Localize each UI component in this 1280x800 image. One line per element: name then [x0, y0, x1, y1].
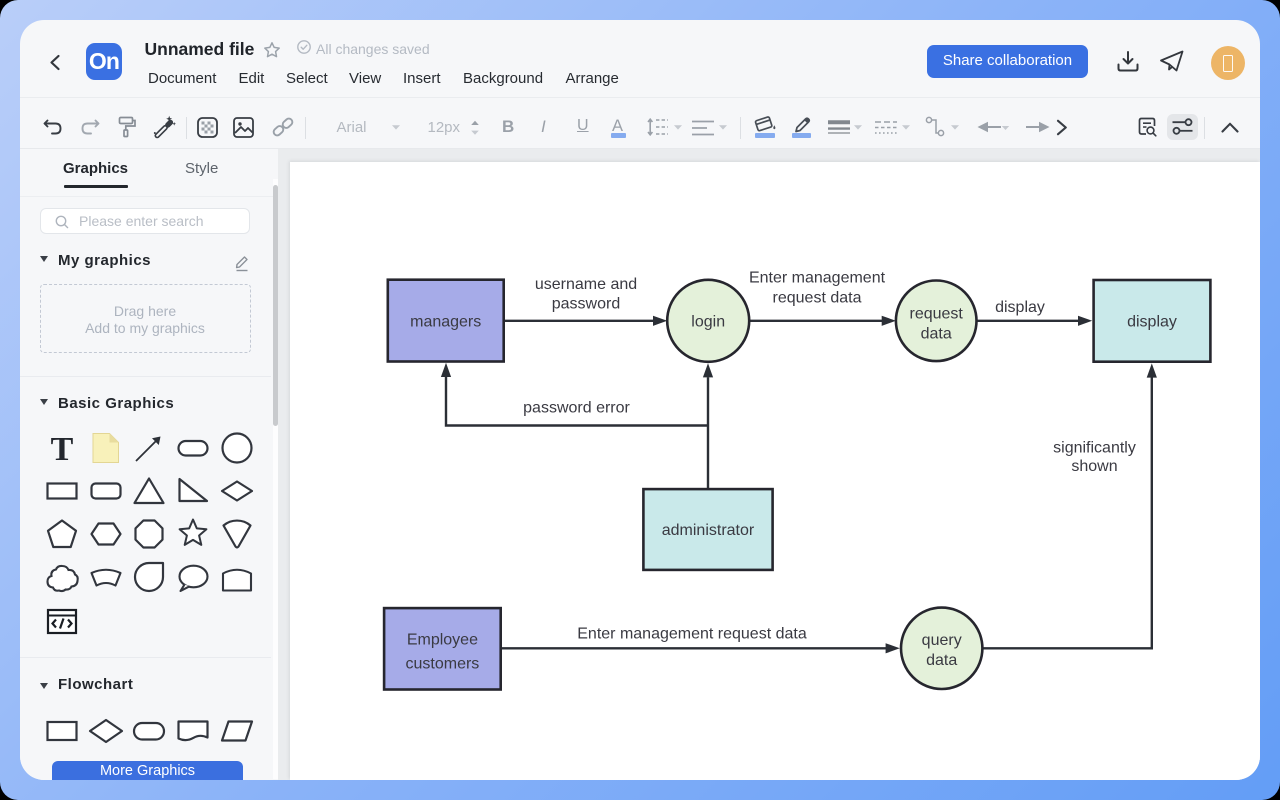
svg-text:login: login — [691, 314, 725, 331]
svg-text:display: display — [1127, 314, 1177, 331]
svg-text:data: data — [921, 326, 952, 343]
svg-text:shown: shown — [1071, 458, 1117, 475]
svg-text:request data: request data — [773, 290, 862, 307]
svg-text:Enter management request data: Enter management request data — [577, 626, 807, 643]
svg-text:password error: password error — [523, 400, 630, 417]
svg-text:query: query — [922, 632, 962, 649]
svg-text:password: password — [552, 296, 620, 313]
svg-text:display: display — [995, 299, 1045, 316]
svg-text:request: request — [910, 306, 964, 323]
svg-text:customers: customers — [406, 656, 480, 673]
svg-text:Employee: Employee — [407, 632, 478, 649]
svg-text:administrator: administrator — [662, 522, 755, 539]
svg-text:data: data — [926, 652, 957, 669]
svg-text:T: T — [50, 430, 73, 465]
svg-text:Enter management: Enter management — [749, 270, 886, 287]
svg-text:username and: username and — [535, 276, 637, 293]
svg-text:significantly: significantly — [1053, 440, 1136, 457]
svg-text:managers: managers — [410, 314, 481, 331]
